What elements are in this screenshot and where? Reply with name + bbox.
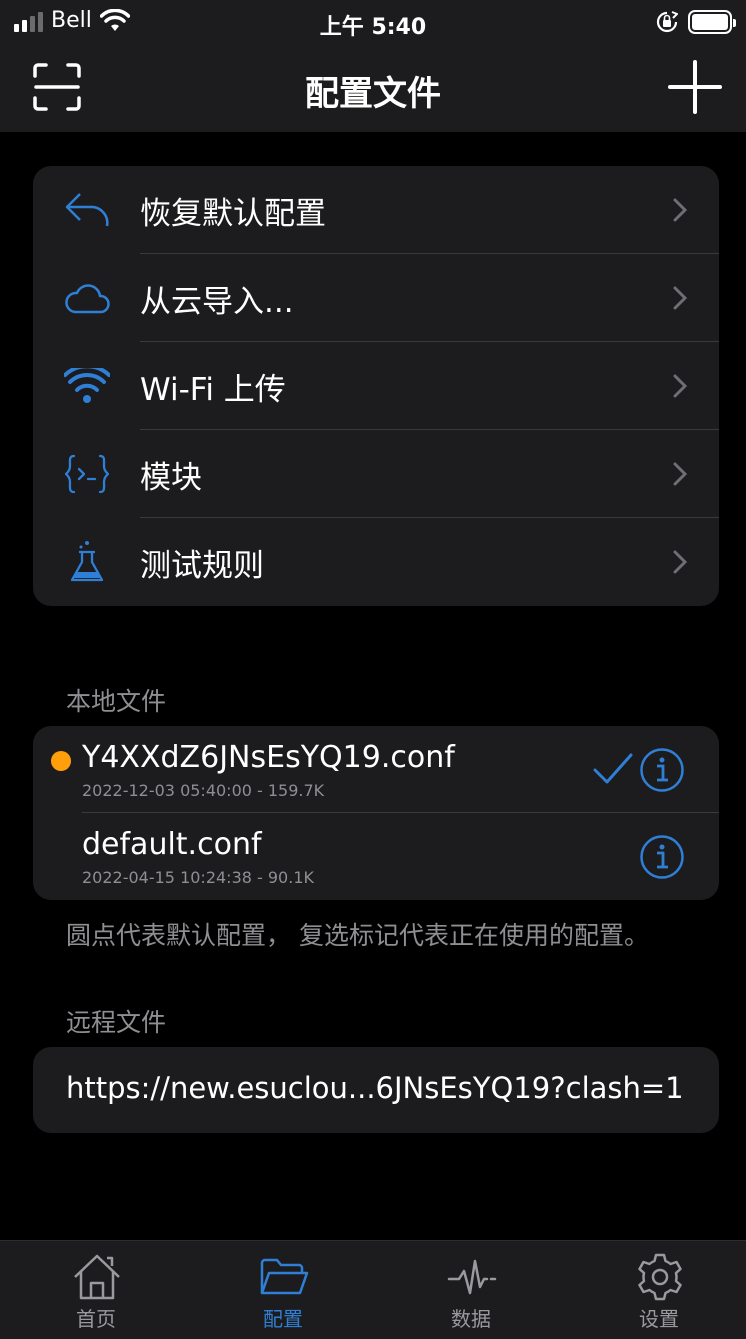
row-label: Wi-Fi 上传 — [140, 371, 286, 408]
status-right — [656, 10, 736, 34]
chevron-right-icon — [673, 462, 687, 486]
tab-settings[interactable]: 设置 — [599, 1241, 719, 1339]
info-icon[interactable] — [639, 834, 685, 880]
checkmark-icon — [593, 753, 633, 784]
file-name: Y4XXdZ6JNsEsYQ19.conf — [82, 740, 455, 775]
tab-config[interactable]: 配置 — [223, 1241, 343, 1339]
import-cloud-row[interactable]: 从云导入... — [33, 254, 719, 342]
flask-icon — [63, 540, 111, 584]
tab-label: 数据 — [451, 1307, 491, 1331]
navigation-bar: 配置文件 — [0, 48, 746, 132]
remote-files-header: 远程文件 — [66, 1008, 167, 1037]
tab-data[interactable]: 数据 — [411, 1241, 531, 1339]
info-icon[interactable] — [639, 747, 685, 793]
status-bar: Bell 上午 5:40 — [0, 0, 746, 48]
modules-row[interactable]: 模块 — [33, 430, 719, 518]
chevron-right-icon — [673, 198, 687, 222]
test-rules-row[interactable]: 测试规则 — [33, 518, 719, 606]
home-icon — [74, 1254, 120, 1300]
local-files-header: 本地文件 — [66, 687, 167, 716]
remote-url-row[interactable]: https://new.esuclou...6JNsEsYQ19?clash=1 — [66, 1071, 684, 1105]
wifi-upload-row[interactable]: Wi-Fi 上传 — [33, 342, 719, 430]
local-files-list: Y4XXdZ6JNsEsYQ19.conf 2022-12-03 05:40:0… — [33, 726, 719, 900]
undo-arrow-icon — [63, 188, 111, 232]
cloud-icon — [63, 276, 111, 320]
tab-label: 首页 — [76, 1307, 116, 1331]
page-title: 配置文件 — [305, 74, 441, 114]
battery-icon — [688, 10, 736, 34]
row-label: 测试规则 — [140, 547, 264, 584]
activity-icon — [447, 1259, 497, 1295]
file-row-default-conf[interactable]: default.conf 2022-04-15 10:24:38 - 90.1K — [33, 813, 719, 900]
remote-files-list: https://new.esuclou...6JNsEsYQ19?clash=1 — [33, 1047, 719, 1133]
row-label: 从云导入... — [140, 283, 294, 320]
folder-icon — [260, 1258, 309, 1295]
file-meta: 2022-12-03 05:40:00 - 159.7K — [82, 781, 325, 800]
chevron-right-icon — [673, 286, 687, 310]
restore-default-row[interactable]: 恢复默认配置 — [33, 166, 719, 254]
tab-home[interactable]: 首页 — [36, 1241, 156, 1339]
row-label: 恢复默认配置 — [140, 195, 326, 232]
default-dot-indicator — [51, 751, 71, 771]
local-files-footnote: 圆点代表默认配置， 复选标记代表正在使用的配置。 — [66, 921, 649, 950]
wifi-icon — [63, 364, 111, 408]
gear-icon — [638, 1253, 682, 1301]
tab-label: 配置 — [263, 1307, 303, 1331]
tab-bar: 首页 配置 数据 设置 — [0, 1240, 746, 1339]
row-label: 模块 — [140, 459, 202, 496]
status-time: 上午 5:40 — [319, 15, 427, 40]
plus-icon[interactable] — [668, 60, 722, 114]
chevron-right-icon — [673, 374, 687, 398]
chevron-right-icon — [673, 550, 687, 574]
actions-list: 恢复默认配置 从云导入... Wi-Fi 上传 模块 测试规则 — [33, 166, 719, 606]
file-meta: 2022-04-15 10:24:38 - 90.1K — [82, 868, 314, 887]
tab-label: 设置 — [639, 1307, 679, 1331]
file-row-active[interactable]: Y4XXdZ6JNsEsYQ19.conf 2022-12-03 05:40:0… — [33, 726, 719, 813]
orientation-lock-icon — [656, 11, 678, 33]
file-name: default.conf — [82, 827, 262, 862]
module-braces-icon — [63, 452, 111, 496]
